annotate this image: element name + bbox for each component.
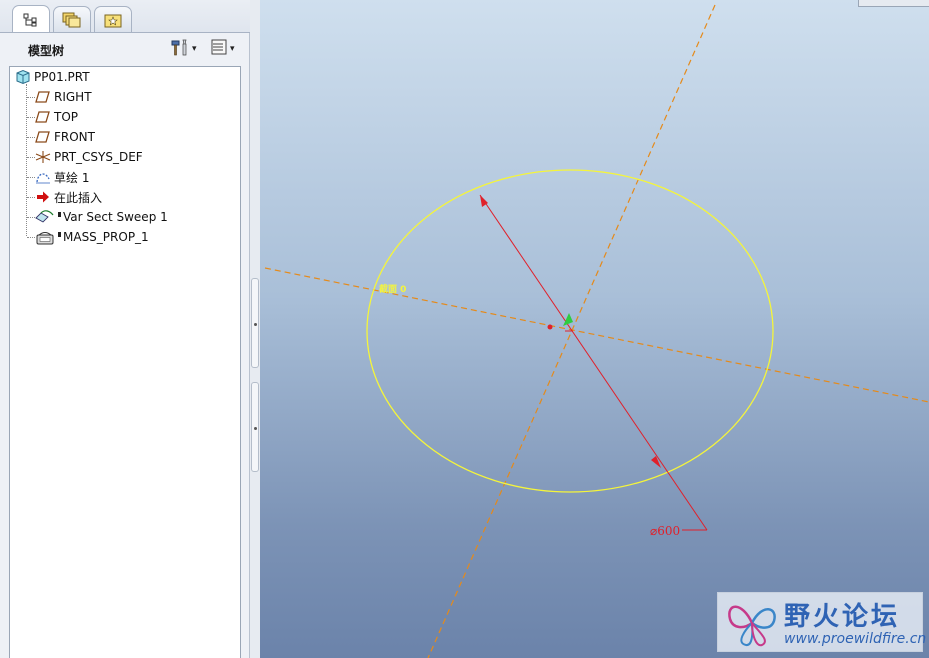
tree-item-var-sect-sweep[interactable]: Var Sect Sweep 1 <box>35 207 263 227</box>
model-tree-tab[interactable] <box>12 5 50 33</box>
insert-here-arrow-icon <box>35 189 51 205</box>
coordinate-system-icon <box>35 149 51 165</box>
tree-structure-icon <box>23 13 39 27</box>
star-folder-icon <box>104 12 122 28</box>
sketch-canvas[interactable]: ⌀600 截面 0 <box>260 0 929 658</box>
tree-item-right-plane[interactable]: RIGHT <box>35 87 263 107</box>
settings-dropdown-button[interactable]: ▾ <box>170 39 197 59</box>
tree-item-label: Var Sect Sweep 1 <box>63 210 168 224</box>
tree-connector <box>27 137 35 138</box>
mass-properties-icon <box>35 229 55 245</box>
list-columns-icon <box>210 38 228 60</box>
tree-connector <box>27 217 35 218</box>
tree-connector <box>27 177 35 178</box>
datum-plane-icon <box>35 89 51 105</box>
datum-plane-icon <box>35 109 51 125</box>
tree-item-insert-here[interactable]: 在此插入 <box>35 187 263 207</box>
hammer-tools-icon <box>170 38 190 60</box>
diameter-dimension-line[interactable] <box>479 194 708 531</box>
layered-folders-icon <box>62 12 82 28</box>
tree-connector <box>27 117 35 118</box>
sketch-icon <box>35 169 51 185</box>
grip-dot-icon <box>254 427 257 430</box>
tree-item-label: 草绘 1 <box>54 170 90 185</box>
graphics-window[interactable]: ⌀600 截面 0 <box>260 0 929 658</box>
show-dropdown-button[interactable]: ▾ <box>210 39 235 59</box>
tree-item-label: PP01.PRT <box>34 70 90 84</box>
tree-connector <box>27 97 35 98</box>
tree-item-label: MASS_PROP_1 <box>63 230 149 244</box>
tree-item-label: RIGHT <box>54 90 92 104</box>
datum-plane-icon <box>35 129 51 145</box>
tree-item-sketch-1[interactable]: 草绘 1 <box>35 167 263 187</box>
status-marker <box>58 231 61 237</box>
navigator-tab-strip <box>0 0 250 33</box>
status-marker <box>58 211 61 217</box>
tree-item-mass-prop[interactable]: MASS_PROP_1 <box>35 227 263 247</box>
chevron-down-icon: ▾ <box>230 44 235 54</box>
watermark-title: 野火论坛 <box>784 602 901 632</box>
dimension-arrow-icon <box>651 456 661 468</box>
model-tree-panel: 模型树 ▾ ▾ PP01.PRT RIGHT TOP FRONT PRT_CSY… <box>0 0 250 658</box>
favorites-tab[interactable] <box>94 6 132 32</box>
splitter-grip-upper[interactable] <box>251 278 259 368</box>
tree-item-label: FRONT <box>54 130 95 144</box>
grip-dot-icon <box>254 323 257 326</box>
tree-item-top-plane[interactable]: TOP <box>35 107 263 127</box>
tree-item-front-plane[interactable]: FRONT <box>35 127 263 147</box>
tree-item-label: 在此插入 <box>54 190 103 205</box>
forum-watermark: 野火论坛 www.proewildfire.cn <box>717 592 927 652</box>
splitter-grip-lower[interactable] <box>251 382 259 472</box>
tree-item-root-part[interactable]: PP01.PRT <box>15 67 243 87</box>
panel-title: 模型树 <box>28 44 65 58</box>
sketch-origin-point <box>547 324 553 330</box>
chevron-down-icon: ▾ <box>192 44 197 54</box>
tree-item-label: PRT_CSYS_DEF <box>54 150 143 164</box>
tree-item-label: TOP <box>54 110 79 124</box>
horizontal-datum-axis <box>264 267 929 403</box>
section-label: 截面 0 <box>379 283 406 295</box>
tree-connector <box>27 197 35 198</box>
panel-splitter[interactable] <box>250 0 260 658</box>
watermark-url: www.proewildfire.cn <box>784 631 927 647</box>
tree-item-csys[interactable]: PRT_CSYS_DEF <box>35 147 263 167</box>
folder-browser-tab[interactable] <box>53 6 91 32</box>
sweep-feature-icon <box>35 209 55 225</box>
tree-connector <box>27 237 35 238</box>
butterfly-logo-icon <box>728 605 776 647</box>
tree-connector <box>27 157 35 158</box>
model-tree-header: 模型树 ▾ ▾ <box>0 34 250 64</box>
part-cube-icon <box>15 69 31 85</box>
diameter-dimension-label[interactable]: ⌀600 <box>650 524 680 538</box>
tree-connector-line <box>26 84 27 236</box>
model-tree: PP01.PRT RIGHT TOP FRONT PRT_CSYS_DEF 草绘… <box>9 66 241 658</box>
tab-strip-border <box>0 32 250 33</box>
